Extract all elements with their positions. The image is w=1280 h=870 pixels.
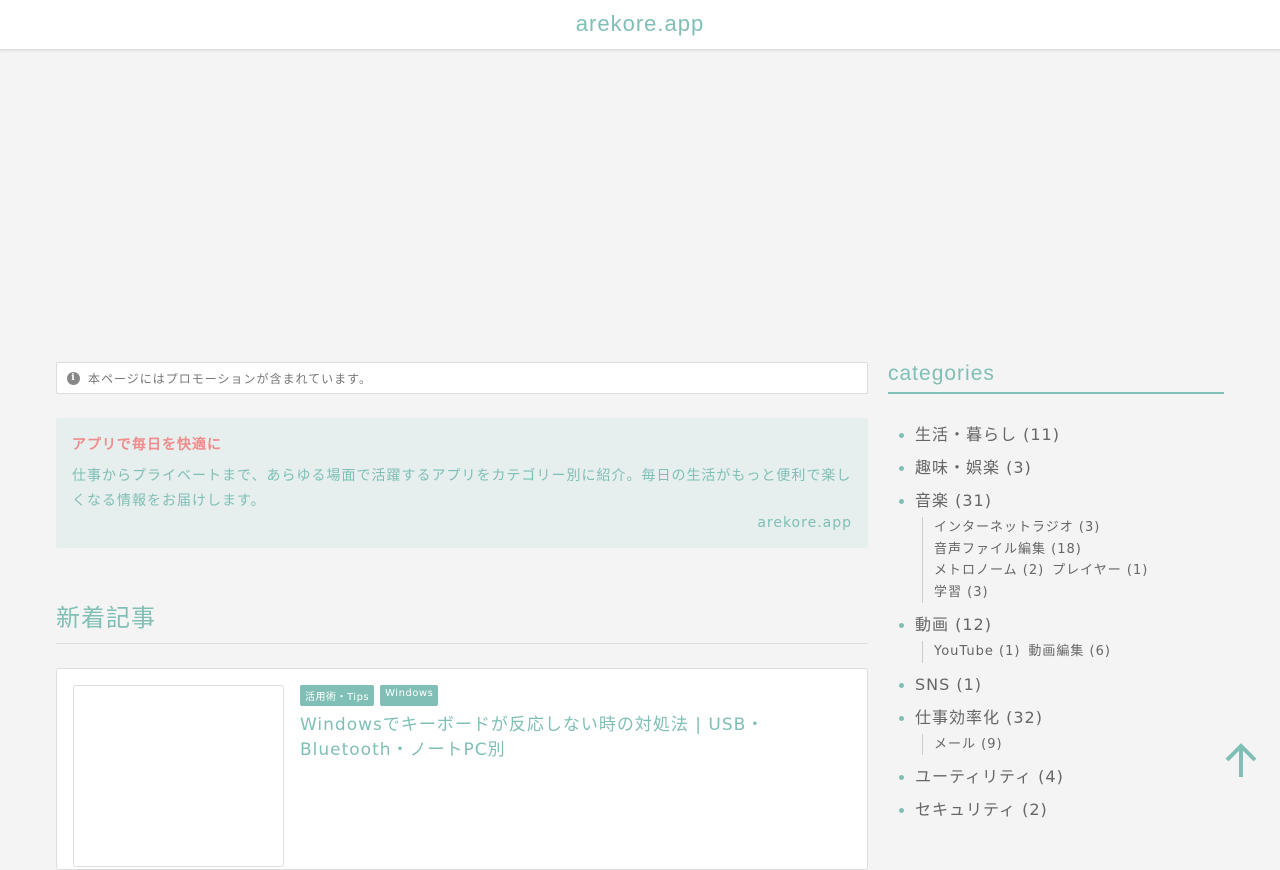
sidebar-title: categories [888, 362, 1224, 394]
subcategory-list: メール (9) [922, 733, 1204, 756]
intro-signature: arekore.app [757, 515, 852, 531]
main-content: i 本ページにはプロモーションが含まれています。 アプリで毎日を快適に 仕事から… [56, 362, 868, 870]
promotion-notice: i 本ページにはプロモーションが含まれています。 [56, 362, 868, 394]
category-link-music[interactable]: 音楽 (31) [915, 491, 992, 510]
category-item: 音楽 (31) インターネットラジオ (3) 音声ファイル編集 (18) メトロ… [888, 490, 1224, 603]
article-tags: 活用術・Tips Windows [300, 685, 439, 706]
intro-text: 仕事からプライベートまで、あらゆる場面で活躍するアプリをカテゴリー別に紹介。毎日… [72, 468, 852, 509]
back-to-top-button[interactable] [1222, 742, 1260, 780]
category-item: 生活・暮らし (11) [888, 424, 1224, 446]
category-link-hobby[interactable]: 趣味・娯楽 (3) [915, 458, 1032, 477]
category-link-productivity[interactable]: 仕事効率化 (32) [915, 708, 1043, 727]
subcategory-link[interactable]: 音声ファイル編集 (18) [934, 539, 1082, 561]
intro-box: アプリで毎日を快適に 仕事からプライベートまで、あらゆる場面で活躍するアプリをカ… [56, 418, 868, 548]
category-item: ユーティリティ (4) [888, 766, 1224, 788]
subcategory-link[interactable]: 動画編集 (6) [1028, 641, 1111, 663]
arrow-up-icon [1225, 743, 1257, 777]
intro-heading: アプリで毎日を快適に [72, 437, 222, 453]
category-item: セキュリティ (2) [888, 799, 1224, 821]
article-card[interactable]: 活用術・Tips Windows Windowsでキーボードが反応しない時の対処… [56, 668, 868, 870]
promotion-text: 本ページにはプロモーションが含まれています。 [88, 371, 372, 386]
category-item: 仕事効率化 (32) メール (9) [888, 707, 1224, 756]
subcategory-list: インターネットラジオ (3) 音声ファイル編集 (18) メトロノーム (2) … [922, 517, 1204, 603]
subcategory-link[interactable]: インターネットラジオ (3) [934, 517, 1100, 539]
subcategory-link[interactable]: プレイヤー (1) [1052, 560, 1148, 582]
article-thumbnail[interactable] [73, 685, 284, 867]
article-title-link[interactable]: Windowsでキーボードが反応しない時の対処法 | USB・Bluetooth… [300, 713, 800, 763]
subcategory-link[interactable]: YouTube (1) [934, 641, 1020, 663]
subcategory-link[interactable]: メトロノーム (2) [934, 560, 1044, 582]
category-item: 趣味・娯楽 (3) [888, 457, 1224, 479]
sidebar: categories 生活・暮らし (11) 趣味・娯楽 (3) 音楽 (31)… [888, 362, 1224, 832]
category-link-utility[interactable]: ユーティリティ (4) [915, 767, 1064, 786]
section-title: 新着記事 [56, 598, 868, 644]
category-link-video[interactable]: 動画 (12) [915, 615, 992, 634]
tag-windows[interactable]: Windows [380, 685, 439, 706]
category-list: 生活・暮らし (11) 趣味・娯楽 (3) 音楽 (31) インターネットラジオ… [888, 424, 1224, 821]
category-link-security[interactable]: セキュリティ (2) [915, 800, 1048, 819]
category-link-life[interactable]: 生活・暮らし (11) [915, 425, 1060, 444]
category-item: 動画 (12) YouTube (1) 動画編集 (6) [888, 614, 1224, 663]
subcategory-link[interactable]: メール (9) [934, 734, 1003, 756]
ad-space [0, 50, 1280, 350]
category-item: SNS (1) [888, 674, 1224, 696]
category-link-sns[interactable]: SNS (1) [915, 675, 982, 694]
info-icon: i [67, 371, 80, 385]
site-title-link[interactable]: arekore.app [576, 11, 704, 37]
tag-tips[interactable]: 活用術・Tips [300, 685, 375, 706]
subcategory-list: YouTube (1) 動画編集 (6) [922, 641, 1204, 663]
site-header: arekore.app [0, 0, 1280, 50]
subcategory-link[interactable]: 学習 (3) [934, 582, 989, 604]
